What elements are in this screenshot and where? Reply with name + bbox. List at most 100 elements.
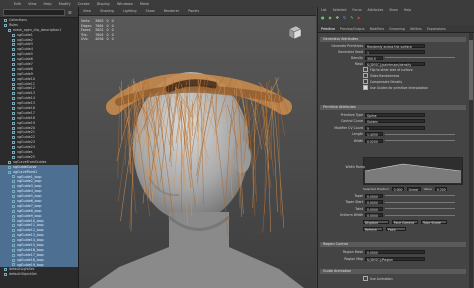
node-icon: [12, 248, 15, 252]
attr-value-field[interactable]: ${DESC}/Region: [365, 256, 425, 262]
attr-slider[interactable]: [385, 208, 455, 209]
attr-value-field[interactable]: 0.0000: [365, 206, 383, 212]
xgen-menu-attributes[interactable]: Attributes: [368, 8, 384, 12]
ramp-position-field[interactable]: 0.000: [391, 187, 404, 192]
action-button[interactable]: Paint: [386, 227, 406, 232]
attr-row: Generator Seed 1: [318, 49, 425, 55]
attr-slider[interactable]: [385, 195, 455, 196]
attr-slider[interactable]: [385, 133, 455, 135]
viewport-menu-shading[interactable]: Shading: [100, 9, 114, 13]
attr-slider[interactable]: [385, 140, 455, 141]
action-button[interactable]: Refresh: [363, 227, 383, 232]
menu-item-3[interactable]: Modify: [59, 2, 71, 6]
node-icon: [12, 214, 15, 218]
tab-modifiers[interactable]: Modifiers: [370, 27, 385, 31]
stats-cell: 0: [111, 37, 114, 42]
attr-row: Uniform Width 0.0000: [318, 213, 455, 218]
stats-cell: UVs:: [81, 37, 89, 42]
primitive-mode-buttons: Displace Face Camera Tube Shade: [363, 220, 447, 225]
outliner-search-input[interactable]: [3, 8, 65, 16]
outliner-menu-icon[interactable]: ☰: [68, 10, 72, 15]
attr-value-field[interactable]: Spline: [365, 112, 425, 118]
attr-value-field[interactable]: 0.0000: [365, 249, 425, 255]
tab-primitive[interactable]: Primitive: [321, 27, 335, 31]
xgen-move-icon[interactable]: ✥: [336, 15, 339, 20]
attr-slider[interactable]: [385, 201, 455, 203]
node-icon: [12, 185, 15, 189]
attr-value-field[interactable]: 0.0000: [365, 213, 383, 218]
checkbox[interactable]: [363, 79, 368, 84]
menu-item-6[interactable]: Windows: [117, 2, 133, 6]
attr-slider[interactable]: [385, 214, 455, 216]
attr-value-field[interactable]: 0.0000: [365, 200, 383, 205]
viewport-menu-panels[interactable]: Panels: [188, 9, 199, 13]
viewcube-icon[interactable]: [285, 23, 303, 41]
section-region[interactable]: Region Control: [320, 242, 466, 247]
viewport-menu-view[interactable]: View: [83, 9, 91, 13]
menu-item-5[interactable]: Display: [97, 2, 110, 6]
xgen-guide-icon[interactable]: ◆: [329, 15, 332, 20]
attr-value-field[interactable]: Randomly across the surface: [365, 43, 425, 49]
attr-row: Modifier CV Count 5: [318, 125, 425, 131]
xgen-create-icon[interactable]: ●: [321, 15, 325, 20]
menu-item-1[interactable]: View: [28, 2, 37, 6]
attr-value-field[interactable]: ${DESC}/paintmaps/density: [365, 61, 425, 67]
xgen-menu-list[interactable]: List: [321, 8, 327, 12]
section-generator[interactable]: Generator Attributes: [320, 37, 466, 42]
attr-value-field[interactable]: 0.0200: [365, 138, 383, 144]
node-icon: [12, 239, 15, 243]
viewport-menu-show[interactable]: Show: [146, 9, 155, 13]
viewport-3d[interactable]: View Shading Lighting Show Renderer Panels Ve…: [79, 7, 316, 288]
node-icon: [12, 38, 15, 42]
viewport-menu-renderer[interactable]: Renderer: [164, 9, 179, 13]
attr-value-field[interactable]: 1: [365, 49, 425, 55]
node-icon: [12, 62, 15, 66]
mode-button[interactable]: Tube Shade: [421, 220, 447, 225]
xgen-menu-focus[interactable]: Focus: [352, 8, 361, 12]
section-primitive[interactable]: Primitive Attributes: [320, 105, 466, 110]
attr-value-field[interactable]: Guides: [365, 119, 425, 124]
menu-item-0[interactable]: Edit: [14, 2, 21, 6]
node-icon: [12, 136, 15, 140]
ramp-value-field[interactable]: 0.200: [434, 187, 447, 192]
menu-item-4[interactable]: Create: [78, 2, 90, 6]
xgen-preview-icon[interactable]: ▶: [358, 15, 361, 20]
ramp-interp-select[interactable]: Linear: [406, 187, 421, 192]
checkbox[interactable]: [363, 73, 368, 78]
outliner-tree: Collections Rules mesh_xgen_clip_descripti…: [0, 18, 78, 277]
tab-preview-output[interactable]: Preview/Output: [340, 27, 365, 31]
ramp-position-label: Selected Position: [363, 187, 389, 191]
checkbox[interactable]: [363, 85, 368, 90]
width-ramp-graph[interactable]: [363, 157, 463, 185]
attr-value-field[interactable]: 300.0: [365, 55, 383, 61]
checkbox-label: Flip to other side of surface: [370, 67, 413, 72]
attr-value-field[interactable]: 0.0000: [365, 193, 383, 199]
node-icon: [12, 155, 15, 159]
attr-value-field[interactable]: 1.4050: [365, 132, 383, 137]
mode-button[interactable]: Face Camera: [392, 220, 418, 225]
attr-value-field[interactable]: 5: [365, 125, 425, 131]
section-guide-animation[interactable]: Guide Animation: [320, 269, 466, 274]
node-icon: [12, 141, 15, 145]
xgen-menu-selected[interactable]: Selected: [333, 8, 347, 12]
tab-expressions[interactable]: Expressions: [427, 27, 446, 31]
menu-item-7[interactable]: Mesh: [140, 2, 149, 6]
checkbox[interactable]: [363, 67, 368, 72]
menu-item-2[interactable]: Help: [44, 2, 52, 6]
attr-slider[interactable]: [385, 57, 455, 58]
outliner-row[interactable]: defaultObjectSet: [0, 272, 78, 277]
xgen-paint-icon[interactable]: ✎: [350, 15, 353, 20]
xgen-menu-help[interactable]: Help: [404, 8, 411, 12]
attr-row: Control Curve Guides: [318, 119, 425, 124]
attr-scroll-thumb[interactable]: [469, 40, 473, 100]
attr-label: Region Mask: [342, 249, 363, 254]
tab-grooming[interactable]: Grooming: [389, 27, 405, 31]
viewport-menu-lighting[interactable]: Lighting: [123, 9, 137, 13]
attr-row: Density 300.0: [318, 55, 455, 61]
xgen-refresh-icon[interactable]: ↻: [343, 15, 346, 20]
mode-button[interactable]: Displace: [363, 220, 389, 225]
tab-utilities[interactable]: Utilities: [410, 27, 422, 31]
use-animation-checkbox[interactable]: [363, 276, 368, 281]
xgen-menu-show[interactable]: Show: [389, 8, 398, 12]
xgen-editor-panel: List Selected Focus Attributes Show Help ● ◆ …: [317, 7, 474, 288]
